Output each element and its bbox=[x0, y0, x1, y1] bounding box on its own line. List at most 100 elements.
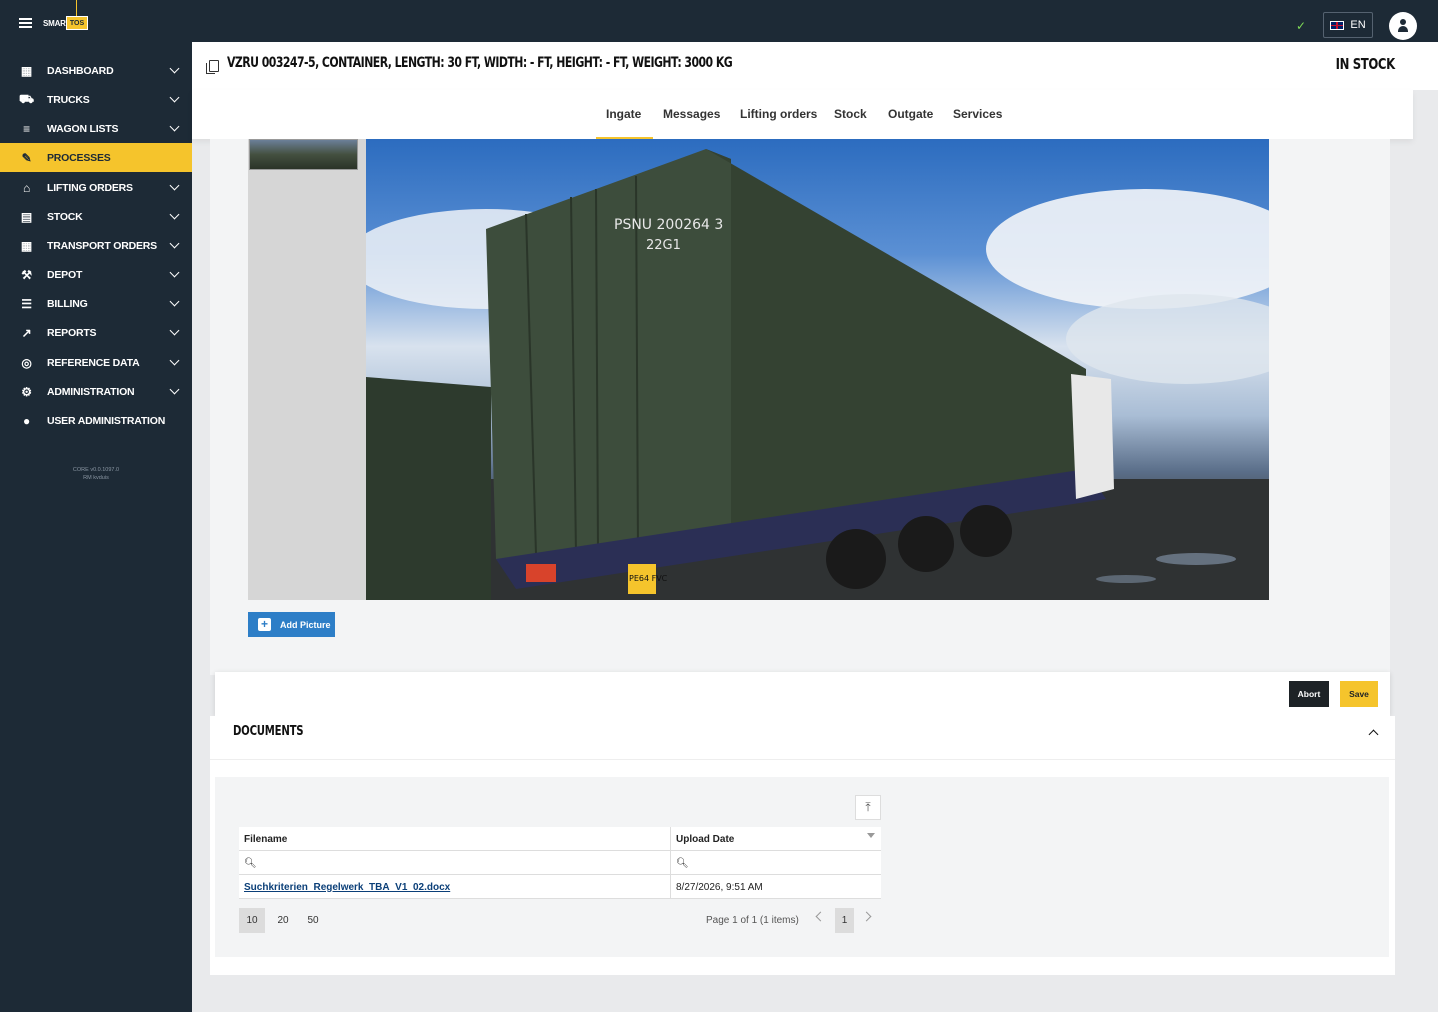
container-photo-drawing: PSNU 200264 3 22G1 PE64 FVC bbox=[366, 149, 1269, 600]
user-avatar[interactable] bbox=[1389, 12, 1417, 40]
tab-stock[interactable]: Stock bbox=[834, 107, 867, 121]
sidebar-item-label: ADMINISTRATION bbox=[47, 385, 135, 398]
page-size-50[interactable]: 50 bbox=[300, 908, 326, 933]
table-row: Suchkriterien_Regelwerk_TBA_V1_02.docx 8… bbox=[239, 875, 881, 899]
page-title: VZRU 003247-5, CONTAINER, LENGTH: 30 FT,… bbox=[227, 55, 733, 71]
table-header: Filename Upload Date bbox=[239, 827, 881, 851]
upload-icon[interactable]: ⤒ bbox=[855, 795, 881, 820]
language-selector[interactable]: EN bbox=[1323, 12, 1373, 38]
tab-lifting-orders[interactable]: Lifting orders bbox=[740, 107, 817, 121]
document-icon bbox=[206, 60, 219, 74]
picture-thumbnail[interactable] bbox=[249, 139, 358, 170]
container-photo: PSNU 200264 3 22G1 PE64 FVC bbox=[366, 139, 1269, 600]
version-line: CORE v0.0.1097.0 bbox=[72, 467, 120, 473]
sidebar-item-processes[interactable]: ✎ PROCESSES bbox=[0, 143, 192, 172]
filter-row: 🔍︎ 🔍︎ bbox=[239, 851, 881, 875]
version-info: CORE v0.0.1097.0 RM kvduis bbox=[0, 466, 192, 482]
process-icon: ✎ bbox=[21, 150, 32, 165]
user-icon: ● bbox=[22, 413, 31, 428]
connection-icon: ✓ bbox=[1296, 19, 1307, 33]
sidebar-item-dashboard[interactable]: ▦ DASHBOARD bbox=[0, 56, 192, 85]
gear-icon: ⚙ bbox=[21, 384, 32, 399]
tab-ingate[interactable]: Ingate bbox=[595, 107, 654, 139]
sidebar-item-billing[interactable]: ☰ BILLING bbox=[0, 289, 192, 318]
thumbnail-strip bbox=[248, 139, 366, 600]
page-info: Page 1 of 1 (1 items) bbox=[706, 915, 799, 926]
sidebar-item-reference-data[interactable]: ◎ REFERENCE DATA bbox=[0, 348, 192, 377]
page-size-20[interactable]: 20 bbox=[270, 908, 296, 933]
sidebar-item-user-administration[interactable]: ● USER ADMINISTRATION bbox=[0, 406, 192, 435]
plus-icon: + bbox=[258, 618, 271, 631]
license-plate: PE64 FVC bbox=[629, 574, 668, 583]
chevron-down-icon[interactable] bbox=[169, 63, 180, 74]
upload-date-cell: 8/27/2026, 9:51 AM bbox=[676, 881, 763, 893]
language-label: EN bbox=[1350, 19, 1366, 31]
reports-icon: ↗ bbox=[21, 325, 32, 340]
page-header: VZRU 003247-5, CONTAINER, LENGTH: 30 FT,… bbox=[192, 42, 1438, 90]
sidebar-item-reports[interactable]: ↗ REPORTS bbox=[0, 318, 192, 347]
sidebar-item-transport-orders[interactable]: ▦ TRANSPORT ORDERS bbox=[0, 231, 192, 260]
top-bar: SMART TOS ✓ EN bbox=[0, 0, 1438, 42]
sidebar-item-label: TRUCKS bbox=[47, 93, 90, 106]
sidebar: CORE v0.0.1097.0 RM kvduis ▦ DASHBOARD ⛟ TR… bbox=[0, 42, 192, 1012]
database-icon: ◎ bbox=[21, 355, 32, 370]
chevron-down-icon[interactable] bbox=[169, 209, 180, 220]
tab-messages[interactable]: Messages bbox=[663, 107, 720, 121]
sidebar-item-label: WAGON LISTS bbox=[47, 122, 119, 135]
container-type: 22G1 bbox=[646, 238, 681, 253]
search-icon: 🔍︎ bbox=[244, 857, 257, 869]
sidebar-item-lifting-orders[interactable]: ⌂ LIFTING ORDERS bbox=[0, 173, 192, 202]
action-bar bbox=[215, 672, 1390, 716]
sidebar-item-label: PROCESSES bbox=[47, 151, 111, 164]
abort-button[interactable]: Abort bbox=[1289, 681, 1329, 707]
tab-outgate[interactable]: Outgate bbox=[888, 107, 933, 121]
version-user: RM kvduis bbox=[83, 475, 109, 481]
container-code: PSNU 200264 3 bbox=[614, 217, 723, 233]
page-size-10[interactable]: 10 bbox=[239, 908, 265, 933]
tab-bar: Ingate Messages Lifting orders Stock Out… bbox=[192, 90, 1413, 139]
chevron-down-icon[interactable] bbox=[169, 355, 180, 366]
uk-flag-icon bbox=[1330, 20, 1345, 30]
sidebar-item-label: BILLING bbox=[47, 297, 88, 310]
menu-icon[interactable] bbox=[19, 18, 32, 28]
document-link[interactable]: Suchkriterien_Regelwerk_TBA_V1_02.docx bbox=[244, 882, 450, 893]
sidebar-item-depot[interactable]: ⚒ DEPOT bbox=[0, 260, 192, 289]
sidebar-item-administration[interactable]: ⚙ ADMINISTRATION bbox=[0, 377, 192, 406]
divider bbox=[210, 759, 1395, 760]
upload-date-filter-input[interactable]: 🔍︎ bbox=[671, 851, 881, 875]
documents-title: DOCUMENTS bbox=[233, 724, 304, 739]
sidebar-item-stock[interactable]: ▤ STOCK bbox=[0, 202, 192, 231]
chevron-down-icon[interactable] bbox=[169, 384, 180, 395]
status-badge: IN STOCK bbox=[1335, 55, 1395, 73]
chevron-down-icon[interactable] bbox=[169, 121, 180, 132]
sidebar-item-label: DASHBOARD bbox=[47, 64, 114, 77]
chevron-down-icon[interactable] bbox=[169, 92, 180, 103]
sidebar-item-label: TRANSPORT ORDERS bbox=[47, 239, 157, 252]
filename-cell: Suchkriterien_Regelwerk_TBA_V1_02.docx bbox=[239, 875, 671, 899]
add-picture-label: Add Picture bbox=[280, 619, 331, 630]
add-picture-button[interactable]: + Add Picture bbox=[248, 612, 335, 637]
logo-badge: TOS bbox=[66, 16, 88, 30]
column-header-upload-date[interactable]: Upload Date bbox=[671, 827, 881, 851]
tab-services[interactable]: Services bbox=[953, 107, 1002, 121]
current-page[interactable]: 1 bbox=[835, 908, 854, 933]
sidebar-item-label: LIFTING ORDERS bbox=[47, 181, 133, 194]
chevron-down-icon[interactable] bbox=[169, 296, 180, 307]
wagon-icon: ≡ bbox=[23, 121, 30, 136]
filter-icon[interactable] bbox=[867, 833, 875, 838]
save-button[interactable]: Save bbox=[1340, 681, 1378, 707]
sidebar-item-label: REPORTS bbox=[47, 326, 97, 339]
sidebar-item-trucks[interactable]: ⛟ TRUCKS bbox=[0, 85, 192, 114]
chevron-down-icon[interactable] bbox=[169, 238, 180, 249]
chevron-down-icon[interactable] bbox=[169, 180, 180, 191]
chevron-down-icon[interactable] bbox=[169, 325, 180, 336]
search-icon: 🔍︎ bbox=[676, 857, 689, 869]
chevron-down-icon[interactable] bbox=[169, 267, 180, 278]
truck-icon: ⛟ bbox=[19, 91, 34, 106]
column-header-filename[interactable]: Filename bbox=[239, 827, 671, 851]
stock-icon: ▤ bbox=[20, 209, 33, 224]
lifting-icon: ⌂ bbox=[22, 180, 31, 195]
filename-filter-input[interactable]: 🔍︎ bbox=[239, 851, 671, 875]
sidebar-item-label: USER ADMINISTRATION bbox=[47, 414, 166, 427]
sidebar-item-wagon-lists[interactable]: ≡ WAGON LISTS bbox=[0, 114, 192, 143]
